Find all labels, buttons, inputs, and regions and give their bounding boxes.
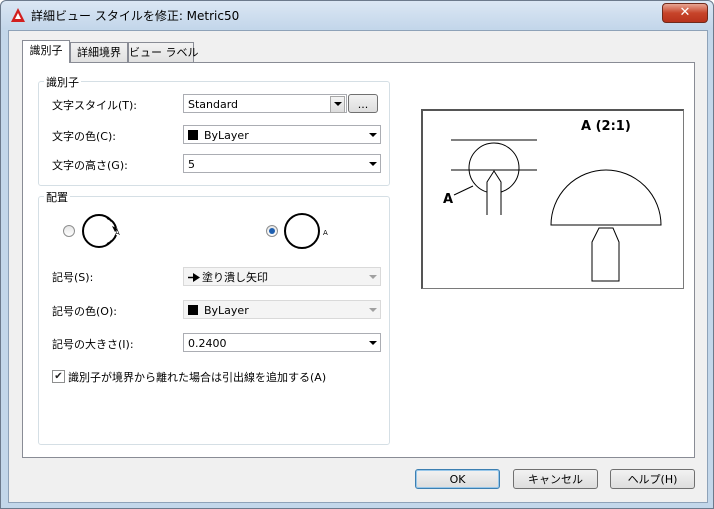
chevron-down-icon: [369, 162, 377, 166]
placement-option-inside-radio[interactable]: [266, 225, 278, 237]
color-swatch-icon: [188, 305, 198, 315]
placement-option-outside-radio[interactable]: [63, 225, 75, 237]
svg-text:A (2:1): A (2:1): [581, 119, 631, 134]
chevron-down-icon: [369, 308, 377, 312]
text-style-label: 文字スタイル(T):: [52, 99, 138, 112]
symbol-size-label: 記号の大きさ(I):: [52, 338, 134, 351]
leader-checkbox[interactable]: ✔: [52, 370, 65, 383]
tab-detail-boundary[interactable]: 詳細境界: [70, 42, 128, 62]
dialog-window: 詳細ビュー スタイルを修正: Metric50 ✕ 識別子 詳細境界 ビュー ラ…: [0, 0, 714, 509]
svg-text:A: A: [115, 229, 120, 237]
chevron-down-icon: [369, 275, 377, 279]
identifier-outside-icon: A: [82, 213, 120, 251]
dropdown-arrow-icon: [330, 96, 345, 113]
svg-text:A: A: [323, 229, 328, 237]
svg-text:A: A: [443, 192, 453, 207]
symbol-label: 記号(S):: [52, 271, 94, 284]
text-color-select[interactable]: ByLayer: [183, 125, 381, 144]
symbol-color-label: 記号の色(O):: [52, 305, 117, 318]
title-bar[interactable]: 詳細ビュー スタイルを修正: Metric50 ✕: [1, 1, 713, 29]
identifier-group: 識別子 文字スタイル(T): Standard ... 文字の色(C): ByL…: [38, 74, 390, 186]
tab-identifier[interactable]: 識別子: [22, 40, 70, 63]
identifier-group-title: 識別子: [44, 74, 81, 90]
chevron-down-icon: [369, 133, 377, 137]
cancel-button[interactable]: キャンセル: [513, 469, 598, 489]
window-title: 詳細ビュー スタイルを修正: Metric50: [31, 9, 240, 23]
text-height-select[interactable]: 5: [183, 154, 381, 173]
ok-button[interactable]: OK: [415, 469, 500, 489]
detail-view-preview-image: A (2:1) A: [443, 119, 662, 282]
placement-group: 配置 A A 記号(S): 塗り潰し矢印 記号の色(O): ByLayer 記号…: [38, 189, 390, 445]
autocad-logo-icon: [11, 8, 25, 22]
leader-checkbox-label[interactable]: 識別子が境界から離れた場合は引出線を追加する(A): [68, 369, 326, 385]
filled-arrow-icon: [188, 273, 200, 282]
tab-view-label[interactable]: ビュー ラベル: [128, 42, 199, 62]
text-height-label: 文字の高さ(G):: [52, 159, 128, 172]
placement-group-title: 配置: [44, 189, 70, 205]
identifier-inside-icon: A: [284, 213, 328, 249]
chevron-down-icon: [369, 341, 377, 345]
color-swatch-icon: [188, 130, 198, 140]
tab-panel: 識別子 文字スタイル(T): Standard ... 文字の色(C): ByL…: [22, 62, 695, 458]
help-button[interactable]: ヘルプ(H): [610, 469, 695, 489]
text-color-label: 文字の色(C):: [52, 130, 116, 143]
text-style-select[interactable]: Standard: [183, 94, 347, 113]
browse-text-style-button[interactable]: ...: [348, 94, 378, 113]
symbol-select[interactable]: 塗り潰し矢印: [183, 267, 381, 286]
close-button[interactable]: ✕: [662, 3, 708, 23]
symbol-color-select[interactable]: ByLayer: [183, 300, 381, 319]
dialog-body: 識別子 詳細境界 ビュー ラベル 識別子 文字スタイル(T): Standard…: [8, 30, 708, 503]
symbol-size-select[interactable]: 0.2400: [183, 333, 381, 352]
preview-pane: A (2:1) A: [421, 109, 684, 289]
